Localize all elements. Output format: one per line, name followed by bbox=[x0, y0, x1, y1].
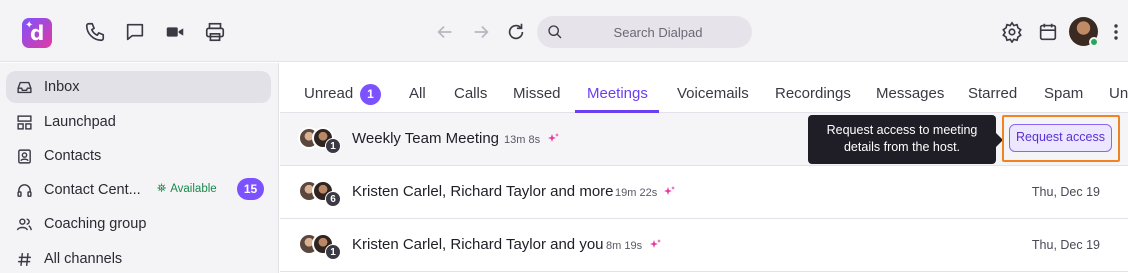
forward-arrow-icon[interactable] bbox=[470, 21, 492, 43]
contacts-icon bbox=[16, 148, 33, 165]
hash-icon bbox=[16, 251, 33, 268]
search-input[interactable] bbox=[573, 16, 743, 48]
sidebar-item-label: Inbox bbox=[44, 79, 80, 95]
back-arrow-icon[interactable] bbox=[434, 21, 456, 43]
search-bar[interactable] bbox=[537, 16, 752, 48]
ai-sparkle-icon bbox=[648, 238, 662, 252]
inbox-tabs: Unread All Calls Missed Meetings Voicema… bbox=[280, 63, 1128, 113]
meeting-date: Thu, Dec 19 bbox=[1031, 238, 1100, 252]
people-icon bbox=[16, 216, 33, 233]
meeting-row[interactable]: 6 Kristen Carlel, Richard Taylor and mor… bbox=[280, 166, 1128, 219]
tab-missed[interactable]: Missed bbox=[513, 85, 561, 102]
calendar-icon[interactable] bbox=[1037, 21, 1059, 43]
participant-count-badge: 1 bbox=[325, 244, 341, 260]
participant-count-badge: 6 bbox=[325, 191, 341, 207]
sidebar-item-label: All channels bbox=[44, 251, 123, 267]
status-icon: ⛯ bbox=[157, 183, 167, 195]
sidebar-item-coaching-group[interactable]: Coaching group bbox=[6, 208, 271, 240]
inbox-icon bbox=[16, 79, 33, 96]
tab-unread-more[interactable]: Un bbox=[1109, 85, 1128, 102]
tab-spam[interactable]: Spam bbox=[1044, 85, 1083, 102]
launchpad-icon bbox=[16, 114, 33, 131]
meeting-title: Weekly Team Meeting bbox=[352, 130, 500, 147]
sidebar-item-label: Coaching group bbox=[44, 216, 147, 232]
top-bar: ✦ d bbox=[0, 0, 1128, 62]
meeting-duration: 13m 8s bbox=[504, 134, 541, 146]
presence-indicator bbox=[1089, 37, 1099, 47]
tooltip-line: details from the host. bbox=[843, 140, 961, 154]
sidebar-item-label: Launchpad bbox=[44, 114, 116, 130]
availability-status[interactable]: ⛯ Available bbox=[157, 183, 217, 196]
participant-count-badge: 1 bbox=[325, 138, 341, 154]
meeting-title: Kristen Carlel, Richard Taylor and you bbox=[352, 236, 604, 253]
video-icon[interactable] bbox=[164, 21, 186, 43]
meeting-duration: 19m 22s bbox=[615, 187, 658, 199]
meeting-duration: 8m 19s bbox=[606, 240, 643, 252]
tab-meetings[interactable]: Meetings bbox=[587, 85, 648, 102]
tab-unread[interactable]: Unread bbox=[304, 85, 353, 102]
printer-icon[interactable] bbox=[204, 21, 226, 43]
chat-icon[interactable] bbox=[124, 21, 146, 43]
dialpad-logo[interactable]: ✦ d bbox=[22, 18, 52, 48]
tab-voicemails[interactable]: Voicemails bbox=[677, 85, 749, 102]
more-icon[interactable] bbox=[1110, 21, 1122, 43]
sidebar-item-label: Contact Cent... bbox=[44, 182, 141, 198]
request-access-tooltip: Request access to meeting details from t… bbox=[808, 115, 1003, 164]
request-access-highlight: Request access bbox=[1002, 115, 1120, 162]
search-icon bbox=[548, 25, 562, 39]
sidebar-item-launchpad[interactable]: Launchpad bbox=[6, 106, 271, 138]
tab-starred[interactable]: Starred bbox=[968, 85, 1017, 102]
tab-recordings[interactable]: Recordings bbox=[775, 85, 851, 102]
sidebar-item-contacts[interactable]: Contacts bbox=[6, 140, 271, 172]
unread-count-badge: 1 bbox=[360, 84, 381, 105]
headset-icon bbox=[16, 182, 33, 199]
meeting-date: Thu, Dec 19 bbox=[1031, 185, 1100, 199]
refresh-icon[interactable] bbox=[505, 21, 527, 43]
settings-icon[interactable] bbox=[1001, 21, 1023, 43]
sidebar: Inbox Launchpad Contacts Contact Cent...… bbox=[0, 63, 279, 273]
tooltip-line: Request access to meeting bbox=[826, 123, 978, 137]
tab-messages[interactable]: Messages bbox=[876, 85, 944, 102]
phone-icon[interactable] bbox=[84, 21, 106, 43]
tab-calls[interactable]: Calls bbox=[454, 85, 487, 102]
sidebar-item-label: Contacts bbox=[44, 148, 102, 164]
sidebar-item-all-channels[interactable]: All channels bbox=[6, 243, 271, 273]
meeting-row[interactable]: 1 Kristen Carlel, Richard Taylor and you… bbox=[280, 219, 1128, 272]
ai-sparkle-icon bbox=[546, 132, 560, 146]
sidebar-item-inbox[interactable]: Inbox bbox=[6, 71, 271, 103]
ai-sparkle-icon bbox=[662, 185, 676, 199]
count-badge: 15 bbox=[237, 178, 264, 200]
tab-all[interactable]: All bbox=[409, 85, 426, 102]
meeting-title: Kristen Carlel, Richard Taylor and more bbox=[352, 183, 614, 200]
sidebar-item-contact-center[interactable]: Contact Cent... ⛯ Available 15 bbox=[6, 174, 271, 206]
request-access-button[interactable]: Request access bbox=[1009, 124, 1112, 152]
